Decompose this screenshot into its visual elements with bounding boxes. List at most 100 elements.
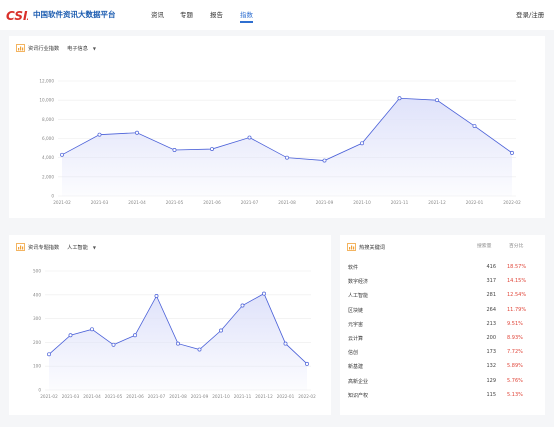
topic-data-point <box>240 303 245 308</box>
keyword-name[interactable]: 人工智能 <box>348 292 368 299</box>
topic-y-tick-label: 300 <box>33 316 41 321</box>
nav-item-index[interactable]: 指数 <box>240 9 253 19</box>
keyword-row[interactable]: 高新企业 129 5.76% <box>340 375 545 389</box>
nav-item-reports[interactable]: 报告 <box>210 9 223 19</box>
keyword-search-count: 129 <box>486 377 496 384</box>
industry-y-tick-label: 12,000 <box>39 79 54 84</box>
keyword-name[interactable]: 新基建 <box>348 363 363 370</box>
topic-data-point <box>133 333 137 338</box>
industry-data-point <box>172 148 177 152</box>
keyword-search-count: 264 <box>486 306 496 313</box>
percent-column-header: 百分比 <box>509 244 524 249</box>
keyword-percent: 12.54% <box>507 292 527 299</box>
topic-x-tick-label: 2021-09 <box>191 394 209 399</box>
topic-x-tick-label: 2022-02 <box>298 394 316 399</box>
keyword-search-count: 115 <box>486 391 496 398</box>
topic-x-tick-label: 2021-07 <box>148 394 166 399</box>
topic-x-tick-label: 2021-08 <box>169 394 187 399</box>
keyword-row[interactable]: 新基建 132 5.89% <box>340 360 545 374</box>
keyword-percent: 5.13% <box>507 391 523 398</box>
industry-data-point <box>510 150 514 155</box>
keyword-percent: 14.15% <box>507 278 527 285</box>
keyword-row[interactable]: 元宇宙 213 9.51% <box>340 318 545 332</box>
keyword-percent: 11.79% <box>507 306 527 313</box>
search-count-column-header: 搜索量 <box>477 244 492 249</box>
industry-area-fill <box>62 98 512 196</box>
industry-y-tick-label: 2,000 <box>42 174 54 179</box>
topic-x-tick-label: 2021-12 <box>255 394 273 399</box>
keyword-search-count: 281 <box>486 292 496 299</box>
site-title[interactable]: 中国软件资讯大数据平台 <box>33 9 116 20</box>
keyword-row[interactable]: 信创 173 7.72% <box>340 346 545 360</box>
keyword-search-count: 173 <box>486 349 496 356</box>
keyword-percent: 5.76% <box>507 377 523 384</box>
industry-data-point <box>60 152 64 157</box>
topic-data-point <box>197 347 202 352</box>
topic-x-tick-label: 2021-03 <box>62 394 80 399</box>
topic-x-tick-label: 2021-11 <box>234 394 252 399</box>
hot-keywords-title: 热搜关键词 <box>359 244 385 251</box>
topic-data-point <box>262 291 266 296</box>
industry-y-tick-label: 4,000 <box>42 155 54 160</box>
topic-data-point <box>283 341 288 346</box>
keyword-name[interactable]: 元宇宙 <box>348 321 363 328</box>
bar-chart-icon <box>347 243 356 251</box>
active-nav-indicator <box>240 21 253 23</box>
keyword-row[interactable]: 区块链 264 11.79% <box>340 304 545 318</box>
industry-index-chart: 0 2,000 4,000 6,000 8,000 10,000 12,000 2021-02… <box>39 79 521 206</box>
login-register-link[interactable]: 登录/注册 <box>516 9 544 19</box>
topic-data-point <box>176 341 180 346</box>
industry-x-tick-label: 2021-09 <box>316 200 334 205</box>
industry-y-tick-label: 6,000 <box>42 136 54 141</box>
nav-item-news[interactable]: 资讯 <box>151 9 164 19</box>
keyword-search-count: 200 <box>486 335 496 341</box>
topic-x-tick-label: 2022-01 <box>277 394 295 399</box>
topic-y-tick-label: 0 <box>38 388 41 393</box>
keyword-name[interactable]: 高新企业 <box>348 378 368 385</box>
topic-y-tick-label: 200 <box>33 340 41 345</box>
industry-data-point <box>360 141 364 146</box>
csia-logo[interactable]: CSIA <box>6 6 28 24</box>
industry-x-tick-label: 2021-10 <box>353 200 371 205</box>
industry-x-tick-label: 2022-01 <box>466 200 484 205</box>
topic-data-point <box>90 327 94 332</box>
industry-data-point <box>472 124 477 128</box>
keyword-row[interactable]: 数字经济 317 14.15% <box>340 275 545 289</box>
topic-y-tick-label: 100 <box>33 364 41 369</box>
industry-x-tick-label: 2021-06 <box>203 200 221 205</box>
keyword-name[interactable]: 软件 <box>348 264 358 271</box>
keyword-row[interactable]: 软件 416 18.57% <box>340 261 545 275</box>
keyword-row[interactable]: 知识产权 115 5.13% <box>340 389 545 403</box>
keyword-name[interactable]: 信创 <box>348 349 358 356</box>
industry-y-tick-label: 8,000 <box>42 117 54 122</box>
topic-data-point <box>111 342 116 347</box>
keyword-percent: 9.51% <box>507 320 523 327</box>
industry-x-tick-label: 2022-02 <box>503 200 521 205</box>
keyword-name[interactable]: 数字经济 <box>348 278 368 285</box>
keyword-search-count: 416 <box>486 264 496 270</box>
keyword-row[interactable]: 云计算 200 8.93% <box>340 332 545 346</box>
topic-y-tick-label: 400 <box>33 292 41 297</box>
industry-x-tick-label: 2021-02 <box>53 200 71 205</box>
topic-index-chart: 0 100 200 300 400 500 2021-02 2021-03 2021-04 202… <box>33 269 316 400</box>
industry-data-point <box>435 98 439 103</box>
logo-text: CSIA <box>6 9 28 23</box>
topic-x-tick-label: 2021-02 <box>40 394 58 399</box>
keyword-row[interactable]: 人工智能 281 12.54% <box>340 289 545 303</box>
industry-data-point <box>247 135 252 140</box>
nav-item-topics[interactable]: 专题 <box>180 9 193 19</box>
keyword-name[interactable]: 知识产权 <box>348 392 368 399</box>
topic-x-tick-label: 2021-04 <box>83 394 101 399</box>
industry-y-tick-label: 10,000 <box>39 98 54 103</box>
keyword-search-count: 213 <box>486 320 496 327</box>
industry-x-tick-label: 2021-12 <box>428 200 446 205</box>
industry-data-point <box>135 130 139 135</box>
industry-data-point <box>322 158 327 163</box>
hot-keywords-panel: 热搜关键词 搜索量 百分比 软件 416 18.57% 数字经济 317 14.15% 人工… <box>340 235 545 415</box>
keyword-name[interactable]: 云计算 <box>348 335 363 342</box>
topic-x-tick-label: 2021-05 <box>105 394 123 399</box>
topic-data-point <box>305 361 309 366</box>
keyword-name[interactable]: 区块链 <box>348 307 363 314</box>
topic-index-panel: 资讯专题指数 人工智能 ▼ 0 100 200 300 400 500 2021-02 202… <box>9 235 331 415</box>
keyword-percent: 5.89% <box>507 363 523 370</box>
